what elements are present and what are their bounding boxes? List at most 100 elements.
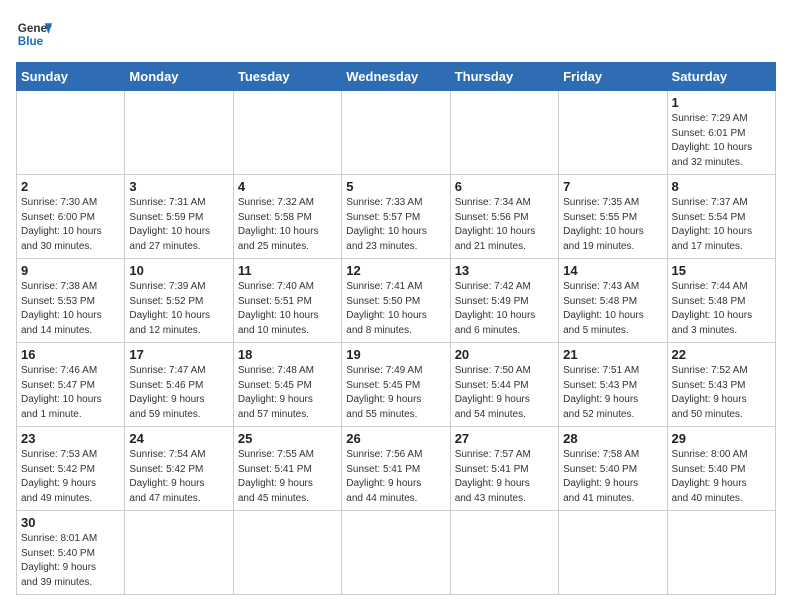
day-info: Sunrise: 7:51 AM Sunset: 5:43 PM Dayligh… — [563, 364, 662, 422]
day-number: 15 — [672, 263, 771, 278]
calendar-cell: 29Sunrise: 8:00 AM Sunset: 5:40 PM Dayli… — [667, 427, 775, 511]
day-info: Sunrise: 7:39 AM Sunset: 5:52 PM Dayligh… — [129, 280, 228, 338]
day-info: Sunrise: 7:40 AM Sunset: 5:51 PM Dayligh… — [238, 280, 337, 338]
day-info: Sunrise: 7:49 AM Sunset: 5:45 PM Dayligh… — [346, 364, 445, 422]
day-number: 21 — [563, 347, 662, 362]
day-number: 20 — [455, 347, 554, 362]
weekday-header-friday: Friday — [559, 63, 667, 91]
weekday-header-saturday: Saturday — [667, 63, 775, 91]
calendar-cell: 8 Sunrise: 7:37 AM Sunset: 5:54 PM Daylig… — [667, 175, 775, 259]
calendar-week-row: 23 Sunrise: 7:53 AM Sunset: 5:42 PM Dayli… — [17, 427, 776, 511]
calendar-week-row: 30Sunrise: 8:01 AM Sunset: 5:40 PM Dayli… — [17, 511, 776, 595]
calendar-cell: 2 Sunrise: 7:30 AM Sunset: 6:00 PM Daylig… — [17, 175, 125, 259]
calendar-week-row: 1 Sunrise: 7:29 AM Sunset: 6:01 PM Daylig… — [17, 91, 776, 175]
day-info: Sunrise: 7:42 AM Sunset: 5:49 PM Dayligh… — [455, 280, 554, 338]
day-number: 24 — [129, 431, 228, 446]
calendar-cell: 21 Sunrise: 7:51 AM Sunset: 5:43 PM Dayli… — [559, 343, 667, 427]
calendar-cell — [559, 511, 667, 595]
calendar-cell: 11Sunrise: 7:40 AM Sunset: 5:51 PM Dayli… — [233, 259, 341, 343]
calendar-cell: 12 Sunrise: 7:41 AM Sunset: 5:50 PM Dayli… — [342, 259, 450, 343]
day-number: 18 — [238, 347, 337, 362]
calendar-cell: 17 Sunrise: 7:47 AM Sunset: 5:46 PM Dayli… — [125, 343, 233, 427]
calendar-week-row: 2 Sunrise: 7:30 AM Sunset: 6:00 PM Daylig… — [17, 175, 776, 259]
calendar-week-row: 16 Sunrise: 7:46 AM Sunset: 5:47 PM Dayli… — [17, 343, 776, 427]
calendar-cell — [667, 511, 775, 595]
calendar-cell: 10Sunrise: 7:39 AM Sunset: 5:52 PM Dayli… — [125, 259, 233, 343]
day-info: Sunrise: 7:44 AM Sunset: 5:48 PM Dayligh… — [672, 280, 771, 338]
day-number: 2 — [21, 179, 120, 194]
day-number: 13 — [455, 263, 554, 278]
day-number: 28 — [563, 431, 662, 446]
calendar-cell: 7 Sunrise: 7:35 AM Sunset: 5:55 PM Daylig… — [559, 175, 667, 259]
calendar-cell: 4Sunrise: 7:32 AM Sunset: 5:58 PM Daylig… — [233, 175, 341, 259]
day-info: Sunrise: 8:01 AM Sunset: 5:40 PM Dayligh… — [21, 532, 120, 590]
calendar-cell — [450, 91, 558, 175]
day-number: 25 — [238, 431, 337, 446]
day-number: 17 — [129, 347, 228, 362]
weekday-header-row: SundayMondayTuesdayWednesdayThursdayFrid… — [17, 63, 776, 91]
day-number: 5 — [346, 179, 445, 194]
day-info: Sunrise: 7:29 AM Sunset: 6:01 PM Dayligh… — [672, 112, 771, 170]
day-info: Sunrise: 7:33 AM Sunset: 5:57 PM Dayligh… — [346, 196, 445, 254]
calendar-cell: 6Sunrise: 7:34 AM Sunset: 5:56 PM Daylig… — [450, 175, 558, 259]
calendar-cell — [342, 91, 450, 175]
calendar-cell — [342, 511, 450, 595]
day-number: 26 — [346, 431, 445, 446]
calendar-cell: 18Sunrise: 7:48 AM Sunset: 5:45 PM Dayli… — [233, 343, 341, 427]
calendar-cell: 14Sunrise: 7:43 AM Sunset: 5:48 PM Dayli… — [559, 259, 667, 343]
day-info: Sunrise: 7:53 AM Sunset: 5:42 PM Dayligh… — [21, 448, 120, 506]
day-info: Sunrise: 7:46 AM Sunset: 5:47 PM Dayligh… — [21, 364, 120, 422]
day-number: 16 — [21, 347, 120, 362]
weekday-header-thursday: Thursday — [450, 63, 558, 91]
calendar-cell — [559, 91, 667, 175]
day-info: Sunrise: 7:50 AM Sunset: 5:44 PM Dayligh… — [455, 364, 554, 422]
calendar-cell — [125, 511, 233, 595]
weekday-header-tuesday: Tuesday — [233, 63, 341, 91]
calendar-cell: 24 Sunrise: 7:54 AM Sunset: 5:42 PM Dayli… — [125, 427, 233, 511]
day-number: 9 — [21, 263, 120, 278]
calendar-cell: 22Sunrise: 7:52 AM Sunset: 5:43 PM Dayli… — [667, 343, 775, 427]
day-number: 22 — [672, 347, 771, 362]
calendar-cell: 26Sunrise: 7:56 AM Sunset: 5:41 PM Dayli… — [342, 427, 450, 511]
day-number: 8 — [672, 179, 771, 194]
weekday-header-sunday: Sunday — [17, 63, 125, 91]
weekday-header-wednesday: Wednesday — [342, 63, 450, 91]
day-number: 1 — [672, 95, 771, 110]
calendar-header: SundayMondayTuesdayWednesdayThursdayFrid… — [17, 63, 776, 91]
calendar-cell: 20 Sunrise: 7:50 AM Sunset: 5:44 PM Dayli… — [450, 343, 558, 427]
day-info: Sunrise: 7:34 AM Sunset: 5:56 PM Dayligh… — [455, 196, 554, 254]
day-number: 29 — [672, 431, 771, 446]
day-info: Sunrise: 7:47 AM Sunset: 5:46 PM Dayligh… — [129, 364, 228, 422]
calendar-cell: 9 Sunrise: 7:38 AM Sunset: 5:53 PM Daylig… — [17, 259, 125, 343]
calendar-cell: 3 Sunrise: 7:31 AM Sunset: 5:59 PM Daylig… — [125, 175, 233, 259]
day-info: Sunrise: 7:38 AM Sunset: 5:53 PM Dayligh… — [21, 280, 120, 338]
calendar-cell: 23 Sunrise: 7:53 AM Sunset: 5:42 PM Dayli… — [17, 427, 125, 511]
day-info: Sunrise: 7:32 AM Sunset: 5:58 PM Dayligh… — [238, 196, 337, 254]
day-number: 7 — [563, 179, 662, 194]
calendar-table: SundayMondayTuesdayWednesdayThursdayFrid… — [16, 62, 776, 595]
calendar-cell: 19 Sunrise: 7:49 AM Sunset: 5:45 PM Dayli… — [342, 343, 450, 427]
svg-text:Blue: Blue — [18, 35, 44, 48]
page-header: General Blue — [16, 16, 776, 52]
day-info: Sunrise: 7:41 AM Sunset: 5:50 PM Dayligh… — [346, 280, 445, 338]
day-info: Sunrise: 7:31 AM Sunset: 5:59 PM Dayligh… — [129, 196, 228, 254]
calendar-cell: 1 Sunrise: 7:29 AM Sunset: 6:01 PM Daylig… — [667, 91, 775, 175]
calendar-cell — [450, 511, 558, 595]
day-number: 3 — [129, 179, 228, 194]
calendar-cell — [233, 511, 341, 595]
calendar-body: 1 Sunrise: 7:29 AM Sunset: 6:01 PM Daylig… — [17, 91, 776, 595]
calendar-cell: 5 Sunrise: 7:33 AM Sunset: 5:57 PM Daylig… — [342, 175, 450, 259]
day-number: 19 — [346, 347, 445, 362]
day-number: 12 — [346, 263, 445, 278]
calendar-cell — [17, 91, 125, 175]
day-number: 23 — [21, 431, 120, 446]
calendar-cell: 16 Sunrise: 7:46 AM Sunset: 5:47 PM Dayli… — [17, 343, 125, 427]
logo: General Blue — [16, 16, 52, 52]
day-info: Sunrise: 7:37 AM Sunset: 5:54 PM Dayligh… — [672, 196, 771, 254]
day-info: Sunrise: 7:54 AM Sunset: 5:42 PM Dayligh… — [129, 448, 228, 506]
calendar-cell: 13 Sunrise: 7:42 AM Sunset: 5:49 PM Dayli… — [450, 259, 558, 343]
calendar-cell: 27Sunrise: 7:57 AM Sunset: 5:41 PM Dayli… — [450, 427, 558, 511]
day-info: Sunrise: 7:35 AM Sunset: 5:55 PM Dayligh… — [563, 196, 662, 254]
day-info: Sunrise: 7:30 AM Sunset: 6:00 PM Dayligh… — [21, 196, 120, 254]
day-info: Sunrise: 7:43 AM Sunset: 5:48 PM Dayligh… — [563, 280, 662, 338]
